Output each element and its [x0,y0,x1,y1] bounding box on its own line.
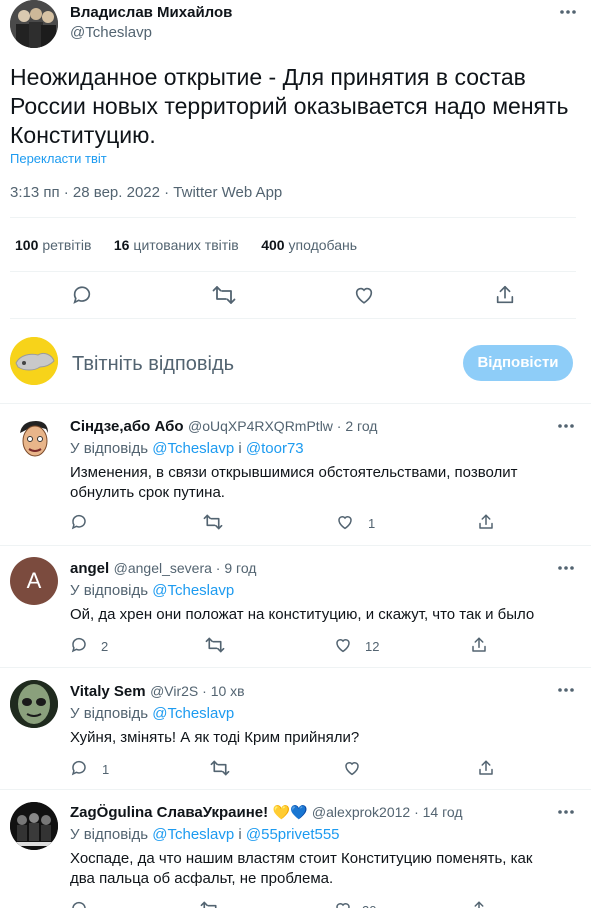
divider [10,217,576,218]
reply-header: Сіндзе,або Або @oUqXP4RXQRmPtlw · 2 год [70,418,377,436]
retweets-stat[interactable]: 100 ретвітів [15,237,91,254]
retweets-label: ретвітів [42,237,92,253]
reply-header: ZagÖgulina СлаваУкраине! 💛💙 @alexprok201… [70,804,463,822]
reply-count: 2 [101,639,109,654]
replying-prefix: У відповідь [70,826,149,843]
share-icon[interactable] [477,513,495,531]
replying-to-link[interactable]: @Tcheslavp [152,705,234,722]
like-icon[interactable] [334,636,352,654]
reply-icon[interactable] [70,900,88,908]
retweet-icon[interactable] [212,284,236,306]
quotes-count: 16 [113,237,130,253]
reply-count: 1 [102,762,110,777]
tweet-meta[interactable]: 3:13 пп · 28 вер. 2022 · Twitter Web App [10,184,282,201]
replying-to-link[interactable]: @Tcheslavp [152,826,234,843]
tweet-stats: 100 ретвітів 16 цитованих твітів 400 уподоб… [15,237,357,255]
divider [10,271,576,272]
retweet-icon[interactable] [210,759,230,777]
reply-author-handle[interactable]: @alexprok2012 · 14 год [312,804,463,820]
reply-avatar[interactable]: A [10,557,58,605]
quotes-label: цитованих твітів [133,237,239,253]
retweet-icon[interactable] [205,636,225,654]
divider [0,545,591,546]
more-icon[interactable] [556,802,576,822]
reply-icon[interactable] [70,513,88,531]
retweet-icon[interactable] [203,513,223,531]
divider [0,789,591,790]
retweet-icon[interactable] [200,900,220,908]
likes-count: 400 [261,237,285,253]
reply-author-name[interactable]: angel [70,560,109,577]
reply-input[interactable]: Твітніть відповідь [72,353,234,376]
reply-text: Хоспаде, да что нашим властям стоит Конс… [70,850,533,887]
reply-text: Ой, да хрен они положат на конституцию, … [70,606,535,623]
like-count: 20 [362,903,376,908]
reply-header: angel @angel_severa · 9 год [70,560,256,578]
replying-prefix: У відповідь [70,582,149,599]
more-icon[interactable] [556,680,576,700]
replying-separator: і [238,440,242,457]
quotes-stat[interactable]: 16 цитованих твітів [114,237,239,254]
heart-emoji-icon: 💛💙 [272,804,308,820]
like-count: 1 [368,516,376,531]
like-icon[interactable] [334,900,352,908]
replying-to-link[interactable]: @Tcheslavp [152,582,234,599]
share-icon[interactable] [494,284,516,306]
author-name[interactable]: Владислав Михайлов [70,4,232,21]
reply-avatar[interactable] [10,415,58,463]
composer-avatar[interactable] [10,337,58,385]
like-icon[interactable] [336,513,354,531]
divider [0,667,591,668]
replying-prefix: У відповідь [70,440,149,457]
reply-text: Хуйня, змінять! А як тоді Крим прийняли? [70,729,360,746]
share-icon[interactable] [470,900,488,908]
like-icon[interactable] [353,284,375,306]
reply-text: Изменения, в связи открывшимися обстояте… [70,464,518,501]
more-icon[interactable] [556,558,576,578]
reply-author-handle[interactable]: @Vir2S · 10 хв [150,683,245,699]
replying-to: У відповідь @Tcheslavp [70,705,234,722]
more-icon[interactable] [558,2,578,22]
reply-avatar[interactable] [10,680,58,728]
author-avatar[interactable] [10,0,58,48]
replying-to: У відповідь @Tcheslavp і @toor73 [70,440,304,457]
like-count: 12 [365,639,380,654]
replying-separator: і [238,826,242,843]
reply-author-name[interactable]: Vitaly Sem [70,683,146,700]
retweets-count: 100 [15,237,39,253]
reply-author-name[interactable]: Сіндзе,або Або [70,418,184,435]
replying-to: У відповідь @Tcheslavp і @55privet555 [70,826,340,843]
replying-to-link[interactable]: @Tcheslavp [152,440,234,457]
reply-button[interactable]: Відповісти [463,345,573,381]
divider [10,318,576,319]
reply-icon[interactable] [70,759,88,777]
share-icon[interactable] [470,636,488,654]
tweet-text: Неожиданное открытие - Для принятия в со… [10,64,569,148]
likes-stat[interactable]: 400 уподобань [261,237,357,254]
likes-label: уподобань [288,237,358,253]
reply-author-name[interactable]: ZagÖgulina СлаваУкраине! [70,804,268,821]
reply-author-handle[interactable]: @oUqXP4RXQRmPtlw · 2 год [188,418,377,434]
author-handle[interactable]: @Tcheslavp [70,24,152,41]
reply-avatar[interactable] [10,802,58,850]
reply-icon[interactable] [71,284,93,306]
like-icon[interactable] [343,759,361,777]
more-icon[interactable] [556,416,576,436]
divider [0,403,591,404]
replying-to-link[interactable]: @55privet555 [246,826,340,843]
reply-author-handle[interactable]: @angel_severa · 9 год [114,560,257,576]
replying-to-link[interactable]: @toor73 [246,440,304,457]
replying-prefix: У відповідь [70,705,149,722]
translate-tweet-link[interactable]: Перекласти твіт [10,151,107,166]
reply-header: Vitaly Sem @Vir2S · 10 хв [70,683,245,701]
share-icon[interactable] [477,759,495,777]
avatar-letter: A [26,568,42,593]
reply-icon[interactable] [70,636,88,654]
replying-to: У відповідь @Tcheslavp [70,582,234,599]
